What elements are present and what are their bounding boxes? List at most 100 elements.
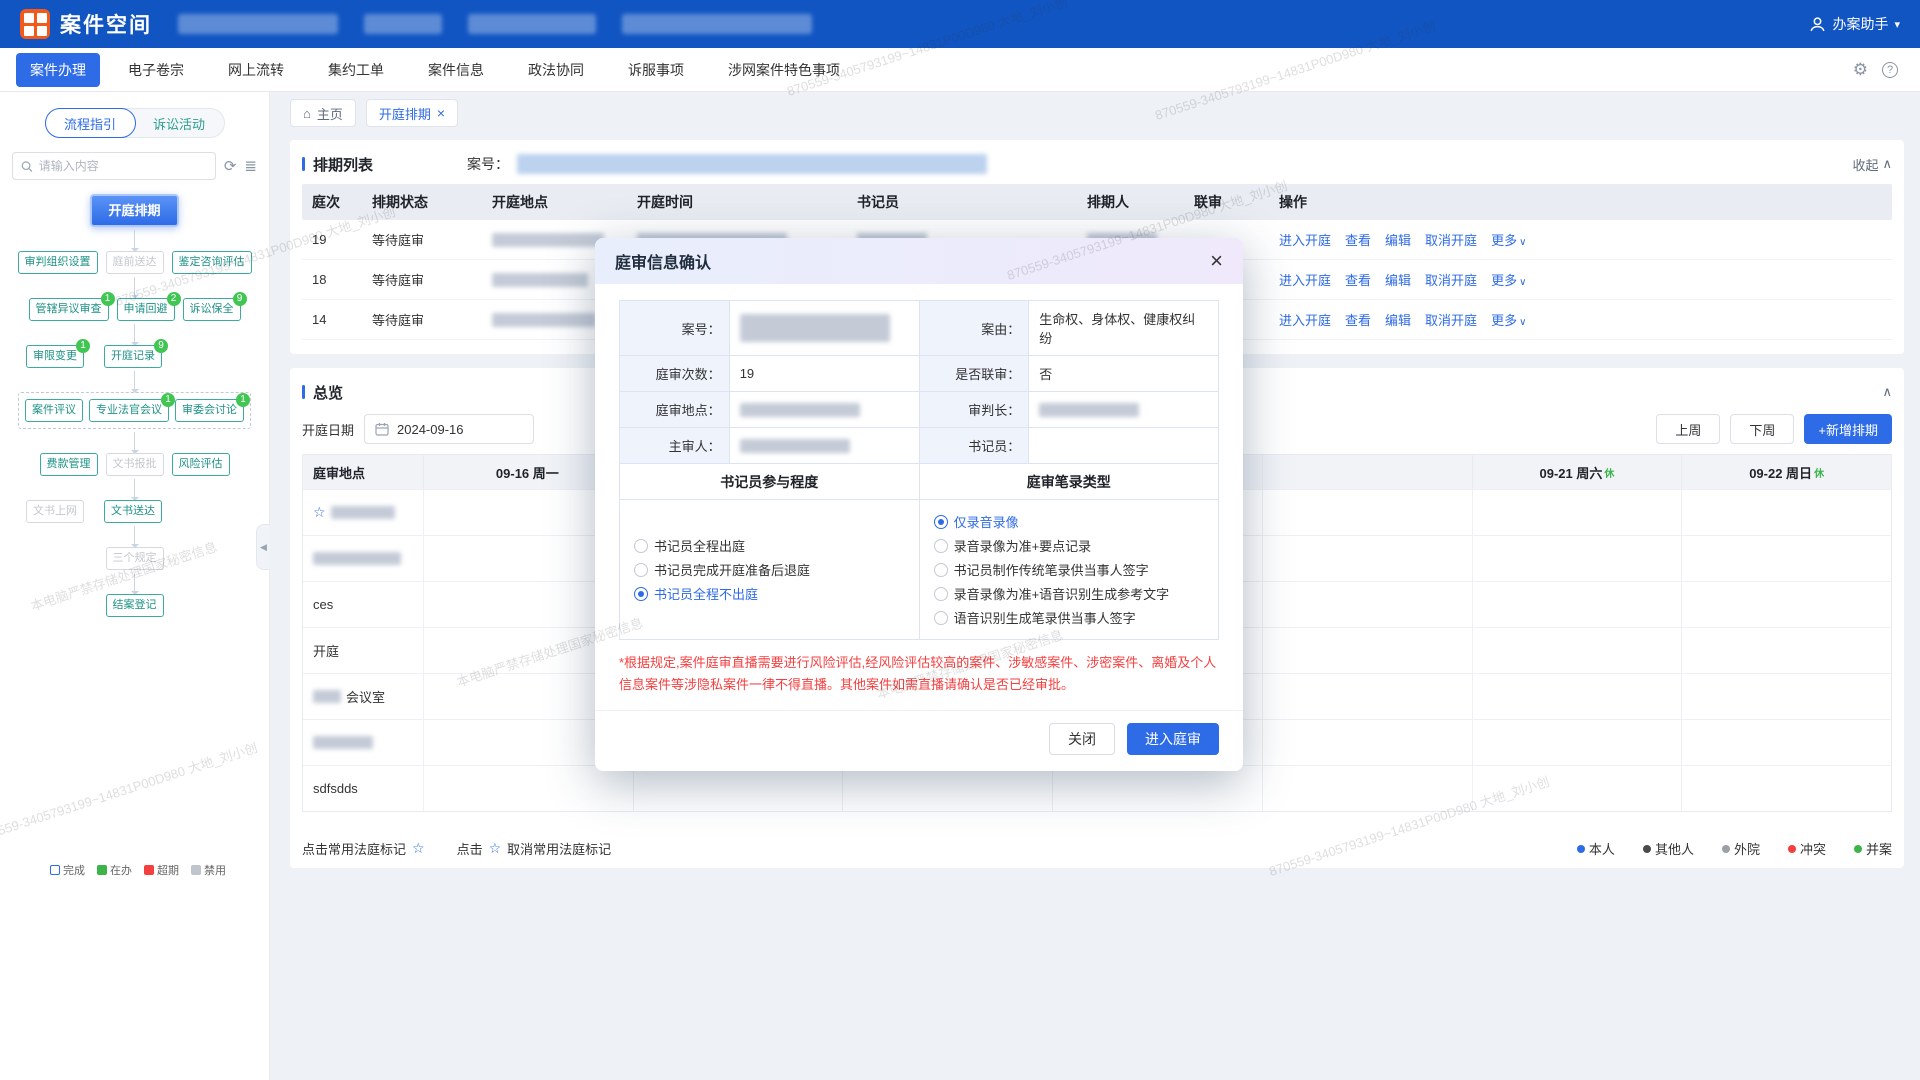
- nav-tab-internet-case[interactable]: 涉网案件特色事项: [728, 60, 840, 80]
- toggle-process-guide[interactable]: 流程指引: [45, 108, 136, 138]
- flow-node-preservation[interactable]: 诉讼保全9: [183, 298, 241, 321]
- nav-tab-service[interactable]: 诉服事项: [628, 60, 684, 80]
- calendar-cell[interactable]: [1262, 536, 1472, 581]
- edit-link[interactable]: 编辑: [1385, 270, 1411, 289]
- nav-tab-efile[interactable]: 电子卷宗: [128, 60, 184, 80]
- favorite-star-icon[interactable]: ☆: [313, 504, 326, 521]
- flow-node-case-closing[interactable]: 结案登记: [106, 594, 164, 617]
- calendar-cell[interactable]: [1681, 766, 1891, 811]
- cancel-hearing-link[interactable]: 取消开庭: [1425, 270, 1477, 289]
- flow-node-pretrial-delivery[interactable]: 庭前送达: [106, 251, 164, 274]
- prev-week-button[interactable]: 上周: [1656, 414, 1720, 444]
- view-link[interactable]: 查看: [1345, 230, 1371, 249]
- calendar-cell[interactable]: [423, 766, 633, 811]
- calendar-cell[interactable]: [633, 766, 843, 811]
- radio-clerk-no-attend[interactable]: 书记员全程不出庭: [634, 584, 905, 603]
- close-icon[interactable]: ×: [437, 105, 445, 121]
- calendar-cell[interactable]: [1472, 536, 1682, 581]
- collapse-panel-link[interactable]: 收起 ∧: [1852, 155, 1892, 174]
- cancel-hearing-link[interactable]: 取消开庭: [1425, 230, 1477, 249]
- hearing-date-input[interactable]: 2024-09-16: [364, 414, 534, 444]
- tab-home[interactable]: ⌂ 主页: [290, 99, 356, 127]
- flow-node-doc-approval[interactable]: 文书报批: [106, 453, 164, 476]
- calendar-cell[interactable]: [1472, 582, 1682, 627]
- radio-traditional-record[interactable]: 书记员制作传统笔录供当事人签字: [934, 560, 1204, 579]
- calendar-cell[interactable]: [1681, 720, 1891, 765]
- nav-tab-legal-collab[interactable]: 政法协同: [528, 60, 584, 80]
- flow-node-case-deliberation[interactable]: 案件评议: [25, 399, 83, 422]
- gear-icon[interactable]: ⚙: [1853, 60, 1868, 80]
- calendar-cell[interactable]: [1681, 490, 1891, 535]
- calendar-cell[interactable]: [1262, 582, 1472, 627]
- flow-node-risk-assessment[interactable]: 风险评估: [172, 453, 230, 476]
- flow-node-trial-org[interactable]: 审判组织设置: [18, 251, 98, 274]
- flow-node-hearing-record[interactable]: 开庭记录9: [104, 345, 162, 368]
- flow-node-appraisal[interactable]: 鉴定咨询评估: [172, 251, 252, 274]
- calendar-cell[interactable]: [1262, 628, 1472, 673]
- search-input[interactable]: [39, 159, 207, 173]
- calendar-cell[interactable]: [1262, 674, 1472, 719]
- flow-node-hearing-schedule[interactable]: 开庭排期: [90, 194, 178, 227]
- enter-hearing-link[interactable]: 进入开庭: [1279, 310, 1331, 329]
- calendar-cell[interactable]: [1681, 628, 1891, 673]
- calendar-cell[interactable]: [1262, 720, 1472, 765]
- enter-hearing-link[interactable]: 进入开庭: [1279, 270, 1331, 289]
- flow-node-three-rules[interactable]: 三个规定: [106, 547, 164, 570]
- radio-av-plus-asr[interactable]: 录音录像为准+语音识别生成参考文字: [934, 584, 1204, 603]
- edit-link[interactable]: 编辑: [1385, 230, 1411, 249]
- radio-av-only[interactable]: 仅录音录像: [934, 512, 1204, 531]
- sidebar-search[interactable]: [12, 152, 216, 180]
- flow-node-fee-management[interactable]: 费款管理: [40, 453, 98, 476]
- more-link[interactable]: 更多∨: [1491, 310, 1526, 329]
- help-icon[interactable]: ?: [1882, 62, 1898, 78]
- flow-node-jurisdiction-objection[interactable]: 管辖异议审查1: [29, 298, 109, 321]
- radio-clerk-leave-after-prep[interactable]: 书记员完成开庭准备后退庭: [634, 560, 905, 579]
- nav-tab-online-flow[interactable]: 网上流转: [228, 60, 284, 80]
- flow-node-doc-delivery[interactable]: 文书送达: [104, 500, 162, 523]
- toggle-litigation-activity[interactable]: 诉讼活动: [135, 109, 224, 137]
- assistant-menu[interactable]: 办案助手 ▾: [1809, 14, 1900, 34]
- next-week-button[interactable]: 下周: [1730, 414, 1794, 444]
- more-link[interactable]: 更多∨: [1491, 270, 1526, 289]
- nav-tab-case-info[interactable]: 案件信息: [428, 60, 484, 80]
- calendar-cell[interactable]: [1262, 766, 1472, 811]
- calendar-cell[interactable]: [1052, 766, 1262, 811]
- flow-node-time-limit-change[interactable]: 审限变更1: [26, 345, 84, 368]
- view-link[interactable]: 查看: [1345, 270, 1371, 289]
- calendar-cell[interactable]: [1472, 720, 1682, 765]
- close-button[interactable]: 关闭: [1049, 723, 1115, 755]
- enter-hearing-button[interactable]: 进入庭审: [1127, 723, 1219, 755]
- sidebar-collapse-handle[interactable]: ◀: [256, 524, 270, 570]
- nav-tab-case-handling[interactable]: 案件办理: [16, 53, 100, 87]
- calendar-cell[interactable]: [1681, 582, 1891, 627]
- calendar-cell[interactable]: [1262, 490, 1472, 535]
- tab-home-label: 主页: [317, 104, 343, 123]
- add-schedule-button[interactable]: +新增排期: [1804, 414, 1892, 444]
- flow-node-committee-discussion[interactable]: 审委会讨论1: [175, 399, 244, 422]
- radio-clerk-full-attend[interactable]: 书记员全程出庭: [634, 536, 905, 555]
- cancel-hearing-link[interactable]: 取消开庭: [1425, 310, 1477, 329]
- more-link[interactable]: 更多∨: [1491, 230, 1526, 249]
- calendar-cell[interactable]: [1472, 628, 1682, 673]
- flow-node-doc-publish[interactable]: 文书上网: [26, 500, 84, 523]
- nav-tab-work-order[interactable]: 集约工单: [328, 60, 384, 80]
- calendar-cell[interactable]: [1472, 490, 1682, 535]
- flow-node-recusal[interactable]: 申请回避2: [117, 298, 175, 321]
- tab-hearing-schedule[interactable]: 开庭排期 ×: [366, 99, 458, 127]
- close-icon[interactable]: ×: [1210, 250, 1223, 272]
- calendar-cell[interactable]: [1681, 536, 1891, 581]
- cell-status: 等待庭审: [362, 230, 482, 249]
- flow-node-judges-meeting[interactable]: 专业法官会议1: [89, 399, 169, 422]
- view-link[interactable]: 查看: [1345, 310, 1371, 329]
- radio-asr-record[interactable]: 语音识别生成笔录供当事人签字: [934, 608, 1204, 627]
- overview-collapse-icon[interactable]: ∧: [1882, 384, 1892, 400]
- layers-icon[interactable]: ≣: [244, 157, 257, 175]
- refresh-icon[interactable]: ⟳: [224, 157, 237, 175]
- calendar-cell[interactable]: [842, 766, 1052, 811]
- calendar-cell[interactable]: [1681, 674, 1891, 719]
- calendar-cell[interactable]: [1472, 674, 1682, 719]
- calendar-cell[interactable]: [1472, 766, 1682, 811]
- radio-av-plus-notes[interactable]: 录音录像为准+要点记录: [934, 536, 1204, 555]
- edit-link[interactable]: 编辑: [1385, 310, 1411, 329]
- enter-hearing-link[interactable]: 进入开庭: [1279, 230, 1331, 249]
